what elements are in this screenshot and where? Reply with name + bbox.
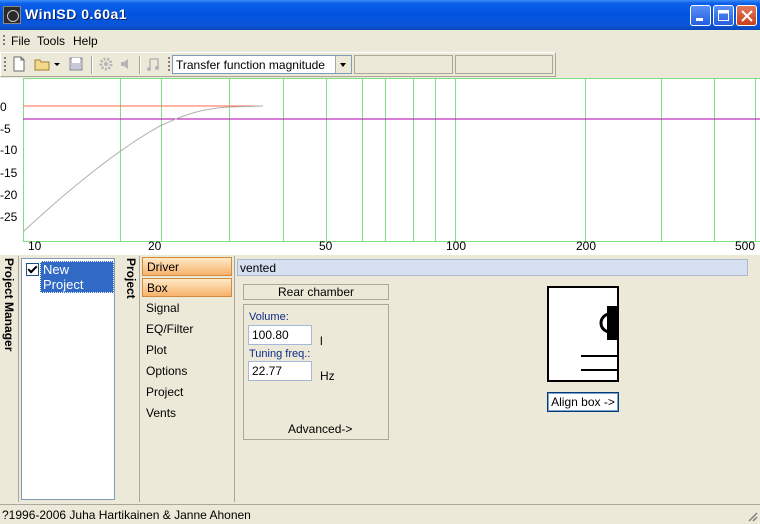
toolbar-separator xyxy=(91,56,93,74)
status-bar: ?1996-2006 Juha Hartikainen & Janne Ahon… xyxy=(0,504,760,524)
x-tick-label: 100 xyxy=(446,239,467,253)
advanced-link[interactable]: Advanced-> xyxy=(288,422,352,436)
nav-item-eq-filter[interactable]: EQ/Filter xyxy=(142,320,232,339)
open-folder-icon[interactable] xyxy=(34,56,50,72)
plot-lines xyxy=(22,105,760,233)
nav-item-options[interactable]: Options xyxy=(142,362,232,381)
music-note-icon[interactable] xyxy=(145,56,161,72)
x-tick-label: 10 xyxy=(28,239,42,253)
project-checkbox[interactable] xyxy=(26,263,39,276)
close-button[interactable] xyxy=(736,5,757,26)
x-tick-label: 50 xyxy=(319,239,333,253)
app-icon[interactable] xyxy=(3,6,21,24)
tuning-unit: Hz xyxy=(320,369,335,383)
nav-item-driver[interactable]: Driver xyxy=(142,257,232,276)
menu-file[interactable]: File xyxy=(11,34,30,48)
x-tick-label: 20 xyxy=(148,239,162,253)
resize-grip-icon[interactable] xyxy=(746,510,758,522)
maximize-icon xyxy=(718,10,729,21)
new-file-icon[interactable] xyxy=(11,56,27,72)
project-tab-strip[interactable]: Project xyxy=(121,256,140,502)
gear-icon[interactable] xyxy=(98,56,114,72)
tree-item-new-project[interactable]: New Project xyxy=(40,261,114,293)
menu-grip[interactable] xyxy=(3,35,6,47)
minimize-button[interactable] xyxy=(690,5,711,26)
nav-item-vents[interactable]: Vents xyxy=(142,404,232,423)
nav-item-signal[interactable]: Signal xyxy=(142,299,232,318)
box-type-header[interactable]: vented xyxy=(237,259,748,276)
title-bar: WinISD 0.60a1 xyxy=(0,0,760,30)
plot-type-select[interactable]: Transfer function magnitude xyxy=(172,55,352,74)
maximize-button[interactable] xyxy=(713,5,734,26)
volume-label: Volume: xyxy=(249,311,289,323)
minimize-icon xyxy=(696,18,703,21)
toolbar: Transfer function magnitude xyxy=(0,52,556,77)
toolbar-grip[interactable] xyxy=(4,57,7,73)
nav-item-plot[interactable]: Plot xyxy=(142,341,232,360)
box-diagram xyxy=(547,286,621,382)
box-panel: vented Rear chamber Volume: 100.80 l Tun… xyxy=(235,256,757,502)
vented-box-icon xyxy=(581,306,621,371)
nav-item-project[interactable]: Project xyxy=(142,383,232,402)
menu-tools[interactable]: Tools xyxy=(37,34,65,48)
menu-bar: File Tools Help xyxy=(0,30,760,52)
save-icon[interactable] xyxy=(68,56,84,72)
project-tab-label: Project xyxy=(124,258,138,299)
chamber-group: Volume: 100.80 l Tuning freq.: 22.77 Hz … xyxy=(243,304,389,440)
project-manager-panel: New Project xyxy=(19,256,119,502)
toolbar-separator xyxy=(139,56,141,74)
volume-field[interactable]: 100.80 xyxy=(248,325,312,345)
toolbar-field-2[interactable] xyxy=(455,55,553,74)
window-title: WinISD 0.60a1 xyxy=(25,6,128,22)
project-manager-strip[interactable]: Project Manager xyxy=(0,256,19,502)
status-text: ?1996-2006 Juha Hartikainen & Janne Ahon… xyxy=(2,508,251,522)
x-tick-label: 500 xyxy=(735,239,756,253)
menu-help[interactable]: Help xyxy=(73,34,98,48)
response-curve xyxy=(22,105,264,233)
speaker-icon[interactable] xyxy=(119,56,135,72)
section-nav: Driver Box Signal EQ/Filter Plot Options… xyxy=(140,256,235,502)
x-tick-label: 200 xyxy=(576,239,597,253)
response-graph[interactable]: 0 -5 -10 -15 -20 -25 10 20 50 100 200 50… xyxy=(0,78,760,255)
plot-type-value: Transfer function magnitude xyxy=(176,58,325,72)
align-box-button[interactable]: Align box -> xyxy=(547,392,619,412)
project-tree[interactable]: New Project xyxy=(21,258,115,500)
nav-item-box[interactable]: Box xyxy=(142,278,232,297)
close-icon xyxy=(741,10,753,22)
chevron-down-icon[interactable] xyxy=(335,56,351,73)
rear-chamber-button[interactable]: Rear chamber xyxy=(243,284,389,300)
dropdown-arrow-icon[interactable] xyxy=(53,56,61,72)
tuning-field[interactable]: 22.77 xyxy=(248,361,312,381)
tuning-label: Tuning freq.: xyxy=(249,348,311,360)
grid-line xyxy=(23,241,760,242)
toolbar-field-1[interactable] xyxy=(354,55,453,74)
toolbar-grip xyxy=(168,57,171,73)
project-manager-label: Project Manager xyxy=(2,258,16,352)
volume-unit: l xyxy=(320,334,323,348)
